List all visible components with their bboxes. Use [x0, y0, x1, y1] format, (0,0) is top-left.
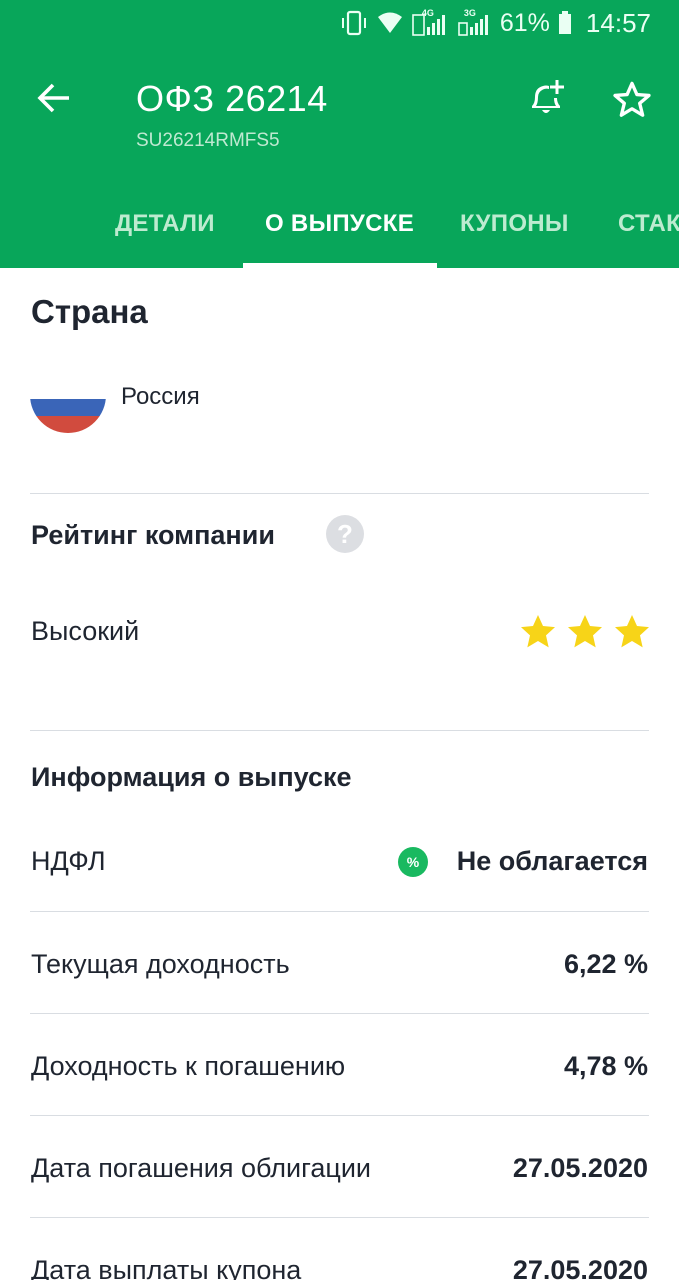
issue-info-heading: Информация о выпуске: [31, 762, 352, 792]
add-alert-button[interactable]: [524, 76, 568, 120]
status-icons: 4G 3G 61% 14:57: [340, 8, 651, 38]
back-button[interactable]: [34, 78, 74, 118]
divider: [30, 1115, 649, 1116]
divider: [30, 493, 649, 494]
info-row-label: Дата погашения облигации: [31, 1153, 371, 1183]
divider: [30, 911, 649, 912]
divider: [30, 1217, 649, 1218]
help-icon[interactable]: ?: [326, 515, 364, 553]
rating-value: Высокий: [31, 616, 140, 646]
tab-order-book[interactable]: СТАКАН: [618, 196, 679, 268]
tab-about-issue[interactable]: О ВЫПУСКЕ: [265, 196, 414, 268]
tab-bar: ДЕТАЛИ О ВЫПУСКЕ КУПОНЫ СТАКАН: [0, 196, 679, 268]
battery-percent: 61%: [499, 8, 550, 37]
russia-flag-icon: [30, 382, 106, 433]
country-name: Россия: [121, 383, 200, 410]
percent-badge-icon: %: [398, 847, 428, 877]
info-row-value: 27.05.2020: [512, 1255, 648, 1280]
wifi-icon: [376, 11, 404, 35]
signal-3g-icon: 3G: [458, 8, 492, 37]
active-tab-indicator: [243, 263, 437, 268]
app-bar: 4G 3G 61% 14:57 ОФЗ 26214 SU26214RMFS5 Д…: [0, 0, 679, 268]
tab-details[interactable]: ДЕТАЛИ: [115, 196, 215, 268]
country-heading: Страна: [31, 293, 148, 330]
info-row-value: 6,22 %: [563, 949, 648, 979]
network-label-4g: 4G: [421, 8, 434, 18]
battery-icon: [558, 11, 572, 35]
favorite-button[interactable]: [611, 79, 655, 123]
info-row-value: 27.05.2020: [512, 1153, 648, 1183]
status-bar: 4G 3G 61% 14:57: [0, 0, 679, 46]
info-row-label: Доходность к погашению: [31, 1051, 346, 1081]
bond-isin: SU26214RMFS5: [136, 130, 280, 151]
info-row-value: Не облагается: [456, 846, 648, 876]
vibrate-icon: [340, 10, 368, 36]
divider: [30, 1013, 649, 1014]
info-row-label: НДФЛ: [31, 846, 106, 876]
rating-heading: Рейтинг компании: [31, 520, 275, 550]
star-outline-icon: [613, 81, 651, 117]
star-filled-icon: [615, 615, 649, 648]
star-filled-icon: [568, 615, 602, 648]
clock: 14:57: [585, 7, 651, 38]
bond-title: ОФЗ 26214: [136, 78, 328, 119]
info-row-label: Текущая доходность: [31, 949, 290, 979]
divider: [30, 730, 649, 731]
rating-stars: [518, 612, 652, 652]
network-label-3g: 3G: [463, 8, 476, 18]
bell-plus-icon: [532, 80, 564, 113]
star-filled-icon: [521, 615, 555, 648]
info-row-label: Дата выплаты купона: [31, 1255, 302, 1280]
tab-coupons[interactable]: КУПОНЫ: [460, 196, 569, 268]
info-row-value: 4,78 %: [563, 1051, 648, 1081]
signal-4g-icon: 4G: [412, 8, 450, 37]
arrow-left-icon: [37, 83, 69, 113]
